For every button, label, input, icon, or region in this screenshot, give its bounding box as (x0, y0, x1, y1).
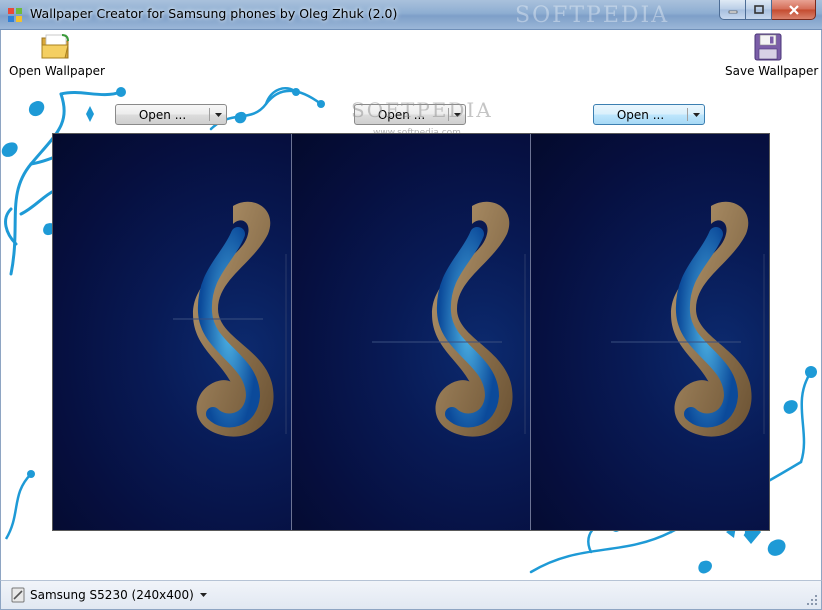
device-selector[interactable]: Samsung S5230 (240x400) (11, 585, 207, 605)
maximize-button[interactable] (746, 0, 772, 20)
island-wallpaper-image (173, 201, 287, 437)
toolbar-separator (107, 36, 108, 80)
device-selector-label: Samsung S5230 (240x400) (30, 588, 194, 602)
minimize-icon (728, 10, 737, 13)
open-dropdown-arrow[interactable] (688, 105, 704, 124)
title-bar[interactable]: Wallpaper Creator for Samsung phones by … (0, 0, 822, 30)
app-icon (8, 8, 22, 22)
island-wallpaper-image (611, 201, 765, 437)
resize-grip-icon[interactable] (806, 594, 818, 606)
toolbar-separator (719, 36, 720, 80)
open-dropdown-arrow[interactable] (210, 105, 226, 124)
titlebar-watermark: SOFTPEDIA (515, 3, 670, 28)
chevron-down-icon (692, 112, 700, 117)
status-bar: Samsung S5230 (240x400) (0, 580, 822, 610)
close-icon (788, 4, 799, 15)
open-button-1[interactable]: Open ... (115, 104, 227, 125)
chevron-down-icon (199, 593, 207, 597)
open-button-3[interactable]: Open ... (593, 104, 705, 125)
floppy-disk-icon (754, 33, 782, 61)
phone-icon (11, 587, 25, 603)
window-title: Wallpaper Creator for Samsung phones by … (30, 6, 398, 21)
softpedia-watermark: SOFTPEDIA (351, 98, 493, 122)
minimize-button[interactable] (719, 0, 746, 20)
open-wallpaper-button[interactable]: Open Wallpaper (9, 33, 105, 83)
wallpaper-preview-panel-3[interactable] (530, 134, 769, 530)
open-wallpaper-label: Open Wallpaper (9, 64, 105, 78)
toolbar: Open Wallpaper Save Wallpaper (0, 30, 822, 84)
wallpaper-editor-area: Open ... Open ... Open ... SOFTPEDIA www… (0, 84, 822, 580)
chevron-down-icon (214, 112, 222, 117)
save-wallpaper-label: Save Wallpaper (725, 64, 819, 78)
open-button-label: Open ... (138, 107, 187, 122)
save-wallpaper-button[interactable]: Save Wallpaper (725, 33, 819, 83)
open-button-label: Open ... (616, 107, 665, 122)
close-button[interactable] (772, 0, 816, 20)
maximize-icon (753, 5, 764, 14)
wallpaper-preview-panel-1[interactable] (53, 134, 291, 530)
island-wallpaper-image (372, 201, 526, 437)
wallpaper-preview-panel-2[interactable] (291, 134, 530, 530)
folder-open-icon (41, 34, 69, 59)
wallpaper-preview-strip[interactable] (52, 133, 770, 531)
